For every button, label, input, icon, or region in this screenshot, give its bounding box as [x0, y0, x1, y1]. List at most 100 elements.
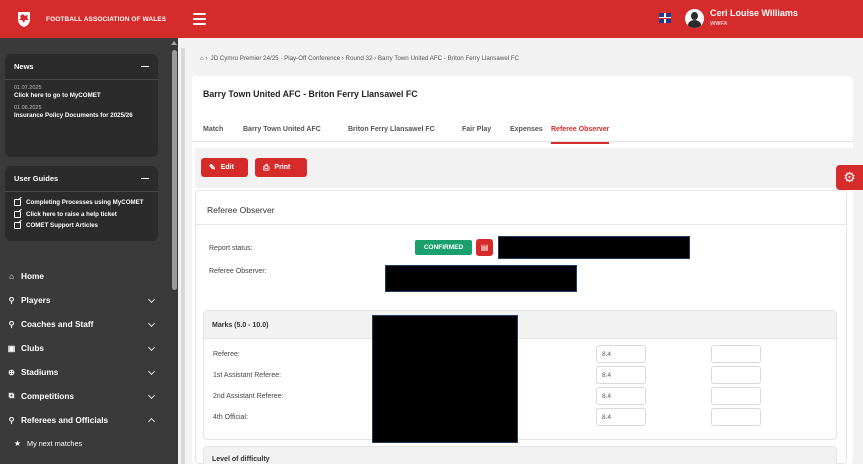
user-name[interactable]: Ceri Louise Williams	[710, 8, 798, 18]
mark-label: 1st Assistant Referee:	[213, 372, 282, 379]
news-title: News	[14, 62, 34, 71]
user-guides-title: User Guides	[14, 174, 59, 183]
chevron-down-icon	[147, 343, 156, 352]
section-title: Referee Observer	[207, 205, 275, 215]
ar2-mark-input-secondary[interactable]	[711, 387, 761, 405]
sidebar-item-label: My next matches	[27, 438, 83, 448]
external-link-icon	[14, 222, 21, 229]
top-bar: Ceri Louise Williams WWFA	[178, 0, 863, 38]
report-status-label: Report status:	[209, 245, 253, 252]
ar1-mark-input[interactable]	[596, 366, 646, 384]
guide-link[interactable]: Completing Processes using MyCOMET	[5, 199, 158, 207]
fourth-official-mark-input[interactable]	[596, 408, 646, 426]
marks-header	[204, 311, 836, 339]
sidebar: FOOTBALL ASSOCIATION OF WALES News 01.07…	[0, 0, 178, 464]
news-title-link[interactable]: Click here to go to MyCOMET	[14, 92, 149, 100]
external-link-icon	[14, 210, 21, 218]
chevron-down-icon	[147, 295, 156, 304]
sidebar-item-referees[interactable]: ⚲ Referees and Officials	[0, 409, 168, 431]
divider	[196, 224, 846, 225]
breadcrumb-path[interactable]: JD Cymru Premier 24/25 · Play-Off Confer…	[211, 55, 520, 62]
print-button[interactable]: ⎙ Print	[255, 158, 307, 177]
menu-icon[interactable]	[193, 13, 206, 25]
redacted-block	[372, 315, 518, 443]
news-panel-header[interactable]: News	[5, 54, 158, 80]
print-label: Print	[274, 164, 291, 171]
referee-mark-input-secondary[interactable]	[711, 345, 761, 363]
tab-referee-observer[interactable]: Referee Observer	[551, 126, 610, 144]
sidebar-item-home[interactable]: ⌂ Home	[0, 265, 168, 287]
players-icon: ⚲	[8, 295, 15, 305]
uk-flag-icon[interactable]	[659, 13, 671, 23]
fourth-official-mark-input-secondary[interactable]	[711, 408, 761, 426]
sidebar-item-label: Competitions	[21, 391, 75, 401]
sidebar-item-label: Referees and Officials	[21, 415, 109, 425]
ar1-mark-input-secondary[interactable]	[711, 366, 761, 384]
chevron-down-icon	[147, 367, 156, 376]
tab-away-team[interactable]: Briton Ferry Llansawel FC	[348, 126, 435, 133]
guide-label: COMET Support Articles	[26, 222, 98, 229]
calendar-icon[interactable]: ▤	[476, 239, 493, 256]
chevron-up-icon	[147, 417, 156, 426]
marks-title: Marks (5.0 - 10.0)	[212, 322, 269, 329]
sidebar-item-my-next-matches[interactable]: ★ My next matches	[0, 432, 168, 454]
sidebar-item-coaches[interactable]: ⚲ Coaches and Staff	[0, 313, 168, 335]
ar2-mark-input[interactable]	[596, 387, 646, 405]
brand-name: FOOTBALL ASSOCIATION OF WALES	[46, 15, 167, 23]
collapse-icon[interactable]	[141, 65, 149, 68]
avatar[interactable]	[685, 9, 704, 28]
sidebar-item-label: Home	[21, 271, 45, 281]
news-title-link[interactable]: Insurance Policy Documents for 2025/26	[14, 112, 149, 120]
news-item[interactable]: 01.06.2025 Insurance Policy Documents fo…	[5, 105, 158, 120]
news-date: 01.06.2025	[14, 105, 42, 111]
user-organisation: WWFA	[710, 21, 728, 27]
sidebar-item-stadiums[interactable]: ⊕ Stadiums	[0, 361, 168, 383]
chevron-down-icon	[147, 319, 156, 328]
user-guides-header[interactable]: User Guides	[5, 166, 158, 192]
tab-fair-play[interactable]: Fair Play	[462, 126, 491, 133]
sidebar-item-label: Coaches and Staff	[21, 319, 94, 329]
pencil-icon: ✎	[209, 163, 216, 172]
tab-home-team[interactable]: Barry Town United AFC	[243, 126, 321, 133]
collapse-icon[interactable]	[141, 177, 149, 180]
printer-icon: ⎙	[263, 162, 270, 172]
referee-observer-label: Referee Observer:	[209, 268, 267, 275]
clubs-icon: ▣	[7, 343, 16, 353]
page-title: Barry Town United AFC - Briton Ferry Lla…	[203, 89, 418, 99]
tab-expenses[interactable]: Expenses	[510, 126, 543, 133]
home-icon: ⌂	[9, 271, 14, 281]
news-item[interactable]: 01.07.2025 Click here to go to MyCOMET	[5, 85, 158, 100]
faw-logo-icon	[16, 10, 32, 28]
sidebar-item-players[interactable]: ⚲ Players	[0, 289, 168, 311]
external-link-icon	[14, 199, 21, 206]
settings-gear-icon[interactable]: ⚙	[836, 165, 863, 190]
competitions-icon: ⧉	[8, 391, 15, 400]
referee-mark-input[interactable]	[596, 345, 646, 363]
referees-icon: ⚲	[8, 415, 15, 425]
home-icon[interactable]: ⌂ ›	[200, 55, 208, 62]
scroll-up-icon[interactable]	[171, 41, 177, 45]
sidebar-item-label: Stadiums	[21, 367, 59, 377]
sidebar-item-label: Clubs	[21, 343, 45, 353]
breadcrumb[interactable]: ⌂ › JD Cymru Premier 24/25 · Play-Off Con…	[200, 55, 519, 62]
sidebar-item-clubs[interactable]: ▣ Clubs	[0, 337, 168, 359]
action-toolbar: ✎ Edit ⎙ Print	[195, 148, 853, 188]
sidebar-item-competitions[interactable]: ⧉ Competitions	[0, 385, 168, 407]
guide-link[interactable]: COMET Support Articles	[5, 222, 158, 230]
mark-label: 2nd Assistant Referee:	[213, 393, 284, 400]
sidebar-scrollbar[interactable]	[172, 50, 177, 290]
brand-bar[interactable]: FOOTBALL ASSOCIATION OF WALES	[0, 0, 178, 38]
difficulty-card	[203, 446, 837, 464]
guide-link[interactable]: Click here to raise a help ticket	[5, 210, 158, 219]
tab-match[interactable]: Match	[203, 126, 223, 133]
guide-label: Completing Processes using MyCOMET	[26, 199, 144, 206]
edit-button[interactable]: ✎ Edit	[201, 158, 248, 177]
news-date: 01.07.2025	[14, 85, 42, 91]
user-guides-panel: User Guides Completing Processes using M…	[5, 166, 158, 241]
match-tabs: Match Barry Town United AFC Briton Ferry…	[192, 114, 853, 144]
chevron-down-icon	[147, 391, 156, 400]
mark-label: 4th Official:	[213, 414, 248, 421]
redacted-block	[385, 265, 577, 292]
edit-label: Edit	[220, 164, 234, 171]
main-scrollbar[interactable]	[181, 48, 185, 464]
